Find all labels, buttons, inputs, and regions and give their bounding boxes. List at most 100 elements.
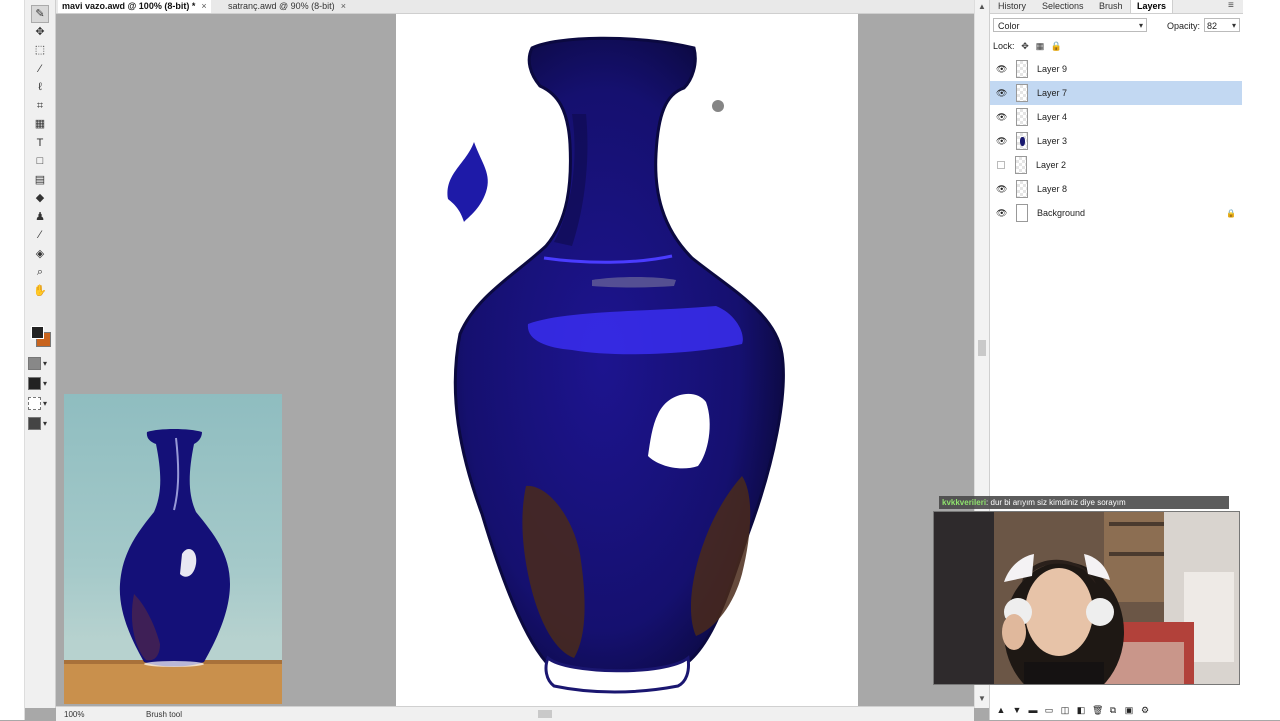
magic-wand-icon[interactable]: ⁄: [32, 61, 48, 77]
grid-icon[interactable]: ▦: [32, 116, 48, 132]
zoom-icon[interactable]: ⌕: [32, 264, 48, 280]
chevron-down-icon: ▾: [43, 378, 48, 388]
lock-all-icon[interactable]: 🔒: [1051, 41, 1062, 51]
delete-layer-icon[interactable]: 🗑: [1092, 705, 1103, 715]
layer-name: Layer 3: [1037, 136, 1068, 146]
panel-tabs: History Selections Brush Layers: [990, 0, 1244, 14]
effects-icon[interactable]: ◫: [1060, 705, 1070, 715]
layer-thumbnail: [1016, 180, 1028, 198]
lock-icon: 🔒: [1226, 208, 1236, 218]
layer-name: Background: [1037, 208, 1086, 218]
layer-row-layer-9[interactable]: 👁 Layer 9: [990, 57, 1242, 81]
layer-thumbnail: [1016, 132, 1028, 150]
fill-icon[interactable]: ◈: [32, 246, 48, 262]
lock-label: Lock:: [993, 41, 1015, 51]
layer-row-background[interactable]: 👁 Background 🔒: [990, 201, 1242, 225]
mask-icon[interactable]: ◧: [1076, 705, 1086, 715]
scroll-thumb[interactable]: [978, 340, 986, 356]
lock-pixels-icon[interactable]: ▦: [1036, 41, 1045, 51]
status-bar: 100% Brush tool: [56, 706, 974, 721]
tab-satranc[interactable]: satranç.awd @ 90% (8-bit) ×: [224, 0, 350, 13]
move-icon[interactable]: ✥: [32, 24, 48, 40]
view-mode-control[interactable]: ▾: [28, 416, 52, 430]
brush-preset-control[interactable]: ▾: [28, 356, 52, 370]
painting-canvas[interactable]: [396, 14, 858, 706]
eye-icon[interactable]: 👁: [996, 64, 1007, 75]
gradient-icon[interactable]: ▤: [32, 172, 48, 188]
foreground-color-swatch[interactable]: [31, 326, 44, 339]
eraser-icon[interactable]: ◆: [32, 190, 48, 206]
selection-mode-control[interactable]: ▾: [28, 396, 52, 410]
opacity-input[interactable]: 82 ▾: [1204, 18, 1240, 32]
horizontal-scroll-thumb[interactable]: [538, 710, 552, 718]
layer-actions: ▲ ▼ ▬ ▭ ◫ ◧ 🗑 ⧉ ▣ ⚙: [990, 702, 1250, 718]
crop-icon[interactable]: ⌗: [32, 98, 48, 114]
layer-thumbnail: [1016, 108, 1028, 126]
chat-username: kvkkverileri: [942, 498, 987, 507]
eyedropper-icon[interactable]: ⁄: [32, 227, 48, 243]
new-group-icon[interactable]: ▬: [1028, 705, 1038, 715]
duplicate-icon[interactable]: ⧉: [1108, 705, 1118, 715]
tab-history[interactable]: History: [998, 0, 1026, 13]
close-icon[interactable]: ×: [201, 0, 206, 13]
eye-icon[interactable]: 👁: [996, 136, 1007, 147]
eye-icon[interactable]: 👁: [996, 184, 1007, 195]
layer-name: Layer 2: [1036, 160, 1067, 170]
layer-name: Layer 4: [1037, 112, 1068, 122]
zoom-level[interactable]: 100%: [64, 710, 84, 719]
color-mode-control[interactable]: ▾: [28, 376, 52, 390]
layer-row-layer-4[interactable]: 👁 Layer 4: [990, 105, 1242, 129]
brush-cursor: [712, 100, 724, 112]
move-up-icon[interactable]: ▲: [996, 705, 1006, 715]
vase-painting: [447, 36, 785, 694]
eye-icon[interactable]: 👁: [996, 112, 1007, 123]
tab-mavi-vazo[interactable]: mavi vazo.awd @ 100% (8-bit) * ×: [58, 0, 211, 13]
layer-row-layer-3[interactable]: 👁 Layer 3: [990, 129, 1242, 153]
gear-icon[interactable]: ⚙: [1140, 705, 1150, 715]
reference-photo: [64, 394, 282, 704]
eye-icon[interactable]: 👁: [996, 88, 1007, 99]
hand-icon[interactable]: ✋: [32, 283, 48, 299]
panel-menu-icon[interactable]: ≡: [1228, 0, 1234, 11]
eye-icon[interactable]: 👁: [996, 208, 1007, 219]
text-icon[interactable]: T: [32, 135, 48, 151]
active-tool-name: Brush tool: [146, 710, 183, 719]
layer-row-layer-2[interactable]: Layer 2: [990, 153, 1242, 177]
chevron-down-icon: ▾: [1138, 21, 1143, 30]
blend-mode-select[interactable]: Color ▾: [993, 18, 1147, 32]
layer-name: Layer 7: [1037, 88, 1068, 98]
close-icon[interactable]: ×: [341, 0, 346, 13]
tab-brush[interactable]: Brush: [1099, 0, 1123, 13]
layer-row-layer-8[interactable]: 👁 Layer 8: [990, 177, 1242, 201]
blend-mode-value: Color: [998, 21, 1020, 31]
webcam-feed: [933, 511, 1240, 685]
scroll-down-icon[interactable]: ▼: [978, 694, 986, 703]
tab-layers[interactable]: Layers: [1130, 0, 1174, 13]
clone-stamp-icon[interactable]: ♟: [32, 209, 48, 225]
chevron-down-icon: ▾: [43, 398, 48, 408]
new-layer-icon[interactable]: ▭: [1044, 705, 1054, 715]
left-margin: [0, 0, 25, 720]
layer-row-layer-7[interactable]: 👁 Layer 7: [990, 81, 1242, 105]
rect-select-icon[interactable]: ⬚: [32, 42, 48, 58]
layer-name: Layer 8: [1037, 184, 1068, 194]
shape-icon[interactable]: □: [32, 153, 48, 169]
tab-label: mavi vazo.awd @ 100% (8-bit) *: [62, 1, 196, 11]
move-down-icon[interactable]: ▼: [1012, 705, 1022, 715]
lock-position-icon[interactable]: ✥: [1021, 41, 1030, 51]
stray-stroke: [447, 142, 488, 222]
brush-icon[interactable]: ✎: [31, 5, 49, 23]
chat-text: : dur bi arıyım siz kimdiniz diye sorayı…: [986, 498, 1126, 507]
layer-list: 👁 Layer 9 👁 Layer 7 👁 Layer 4 👁 Layer 3 …: [990, 57, 1244, 225]
document-tabs: mavi vazo.awd @ 100% (8-bit) * × satranç…: [56, 0, 974, 14]
tab-selections[interactable]: Selections: [1042, 0, 1084, 13]
chevron-down-icon: ▾: [1231, 21, 1236, 30]
merge-icon[interactable]: ▣: [1124, 705, 1134, 715]
workspace: [56, 14, 974, 706]
layer-thumbnail: [1016, 84, 1028, 102]
lasso-icon[interactable]: ℓ: [32, 79, 48, 95]
hidden-visibility-box[interactable]: [997, 161, 1005, 169]
layer-thumbnail: [1016, 60, 1028, 78]
scroll-up-icon[interactable]: ▲: [978, 2, 986, 11]
opacity-label: Opacity:: [1167, 21, 1201, 31]
